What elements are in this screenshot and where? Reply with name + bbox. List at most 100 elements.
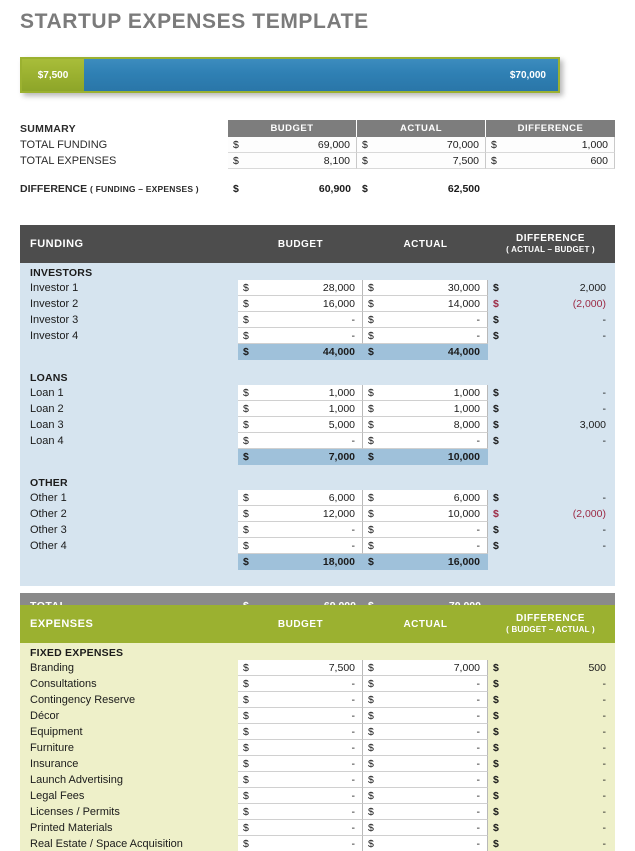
value: 8,100 <box>323 154 350 167</box>
value: - <box>602 524 607 536</box>
cell-actual[interactable]: $10,000 <box>363 506 488 522</box>
cell-actual[interactable]: $1,000 <box>363 401 488 417</box>
summary-table: SUMMARY BUDGET ACTUAL DIFFERENCE TOTAL F… <box>20 120 615 197</box>
cell-budget[interactable]: $5,000 <box>238 417 363 433</box>
row-label: Décor <box>30 710 60 722</box>
cell-actual[interactable]: $ - <box>363 740 488 756</box>
cell-actual[interactable]: $ - <box>363 756 488 772</box>
value: - <box>602 806 607 818</box>
cell-budget[interactable]: $1,000 <box>238 385 363 401</box>
cell-actual[interactable]: $ - <box>363 772 488 788</box>
label-sub: ( BUDGET – ACTUAL ) <box>506 625 595 635</box>
row-label: Other 1 <box>30 492 67 504</box>
cell-budget[interactable]: $ - <box>238 328 363 344</box>
cell-budget[interactable]: $ - <box>238 772 363 788</box>
value: - <box>351 539 356 552</box>
cell-budget[interactable]: $ - <box>238 692 363 708</box>
cell-budget[interactable]: $ - <box>238 820 363 836</box>
value: 500 <box>588 662 606 674</box>
cell-difference: $ - <box>488 490 613 506</box>
value: 6,000 <box>453 491 480 504</box>
cell-actual[interactable]: $8,000 <box>363 417 488 433</box>
value: - <box>351 725 356 738</box>
subtotal-actual: $44,000 <box>363 344 488 360</box>
subtotal-budget: $7,000 <box>238 449 363 465</box>
row-label: Launch Advertising <box>30 774 123 786</box>
cell-difference: $ - <box>488 433 613 449</box>
summary-funding-actual[interactable]: $ 70,000 <box>357 137 486 153</box>
value: 1,000 <box>581 138 608 151</box>
summary-expenses-actual[interactable]: $ 7,500 <box>357 153 486 169</box>
cell-actual[interactable]: $ - <box>363 676 488 692</box>
value: - <box>602 726 607 738</box>
bar-segment-expenses: $7,500 <box>22 59 84 91</box>
subtotal-actual: $10,000 <box>363 449 488 465</box>
cell-budget[interactable]: $12,000 <box>238 506 363 522</box>
value: 14,000 <box>447 297 480 310</box>
summary-row-total-expenses: TOTAL EXPENSES $ 8,100 $ 7,500 $ 600 <box>20 153 615 169</box>
cell-budget[interactable]: $ - <box>238 708 363 724</box>
cell-budget[interactable]: $ - <box>238 804 363 820</box>
cell-actual[interactable]: $ - <box>363 788 488 804</box>
cell-difference: $ (2,000) <box>488 296 613 312</box>
value: - <box>602 694 607 706</box>
cell-budget[interactable]: $ - <box>238 788 363 804</box>
cell-budget[interactable]: $7,500 <box>238 660 363 676</box>
value: 44,000 <box>447 346 480 358</box>
cell-actual[interactable]: $ - <box>363 804 488 820</box>
row-label: Investor 4 <box>30 330 79 342</box>
summary-expenses-budget[interactable]: $ 8,100 <box>228 153 357 169</box>
cell-budget[interactable]: $6,000 <box>238 490 363 506</box>
cell-budget[interactable]: $ - <box>238 538 363 554</box>
cell-budget[interactable]: $28,000 <box>238 280 363 296</box>
value: 10,000 <box>447 507 480 520</box>
summary-funding-budget[interactable]: $ 69,000 <box>228 137 357 153</box>
value: - <box>351 709 356 722</box>
table-row: Real Estate / Space Acquisition $ - $ - $ - <box>20 836 615 851</box>
cell-actual[interactable]: $7,000 <box>363 660 488 676</box>
expenses-header-budget: BUDGET <box>277 618 324 630</box>
cell-actual[interactable]: $ - <box>363 692 488 708</box>
cell-actual[interactable]: $30,000 <box>363 280 488 296</box>
cell-actual[interactable]: $ - <box>363 433 488 449</box>
cell-actual[interactable]: $1,000 <box>363 385 488 401</box>
subtotal-row: $44,000 $44,000 <box>20 344 615 360</box>
value: - <box>476 313 481 326</box>
value: 18,000 <box>322 556 355 568</box>
cell-actual[interactable]: $ - <box>363 836 488 851</box>
value: - <box>351 523 356 536</box>
cell-actual[interactable]: $ - <box>363 522 488 538</box>
cell-actual[interactable]: $ - <box>363 724 488 740</box>
cell-budget[interactable]: $ - <box>238 522 363 538</box>
cell-actual[interactable]: $14,000 <box>363 296 488 312</box>
cell-actual[interactable]: $ - <box>363 538 488 554</box>
value: - <box>351 837 356 850</box>
subtotal-budget: $18,000 <box>238 554 363 570</box>
cell-actual[interactable]: $ - <box>363 708 488 724</box>
summary-row-label: TOTAL EXPENSES <box>20 155 117 167</box>
cell-actual[interactable]: $ - <box>363 312 488 328</box>
cell-budget[interactable]: $ - <box>238 676 363 692</box>
row-label: Loan 4 <box>30 435 64 447</box>
value: 69,000 <box>317 138 350 151</box>
group-title: LOANS <box>30 372 68 384</box>
value: - <box>602 742 607 754</box>
cell-actual[interactable]: $ - <box>363 820 488 836</box>
cell-budget[interactable]: $1,000 <box>238 401 363 417</box>
cell-budget[interactable]: $ - <box>238 312 363 328</box>
cell-budget[interactable]: $16,000 <box>238 296 363 312</box>
cell-budget[interactable]: $ - <box>238 740 363 756</box>
cell-budget[interactable]: $ - <box>238 724 363 740</box>
label-main: DIFFERENCE <box>516 612 585 624</box>
cell-budget[interactable]: $ - <box>238 433 363 449</box>
cell-budget[interactable]: $ - <box>238 756 363 772</box>
value: 30,000 <box>447 281 480 294</box>
cell-budget[interactable]: $ - <box>238 836 363 851</box>
cell-actual[interactable]: $6,000 <box>363 490 488 506</box>
value: - <box>476 434 481 447</box>
value: - <box>351 821 356 834</box>
funding-header: FUNDING BUDGET ACTUAL DIFFERENCE ( ACTUA… <box>20 225 615 263</box>
table-row: Investor 3 $ - $ - $ - <box>20 312 615 328</box>
table-row: Insurance $ - $ - $ - <box>20 756 615 772</box>
cell-actual[interactable]: $ - <box>363 328 488 344</box>
